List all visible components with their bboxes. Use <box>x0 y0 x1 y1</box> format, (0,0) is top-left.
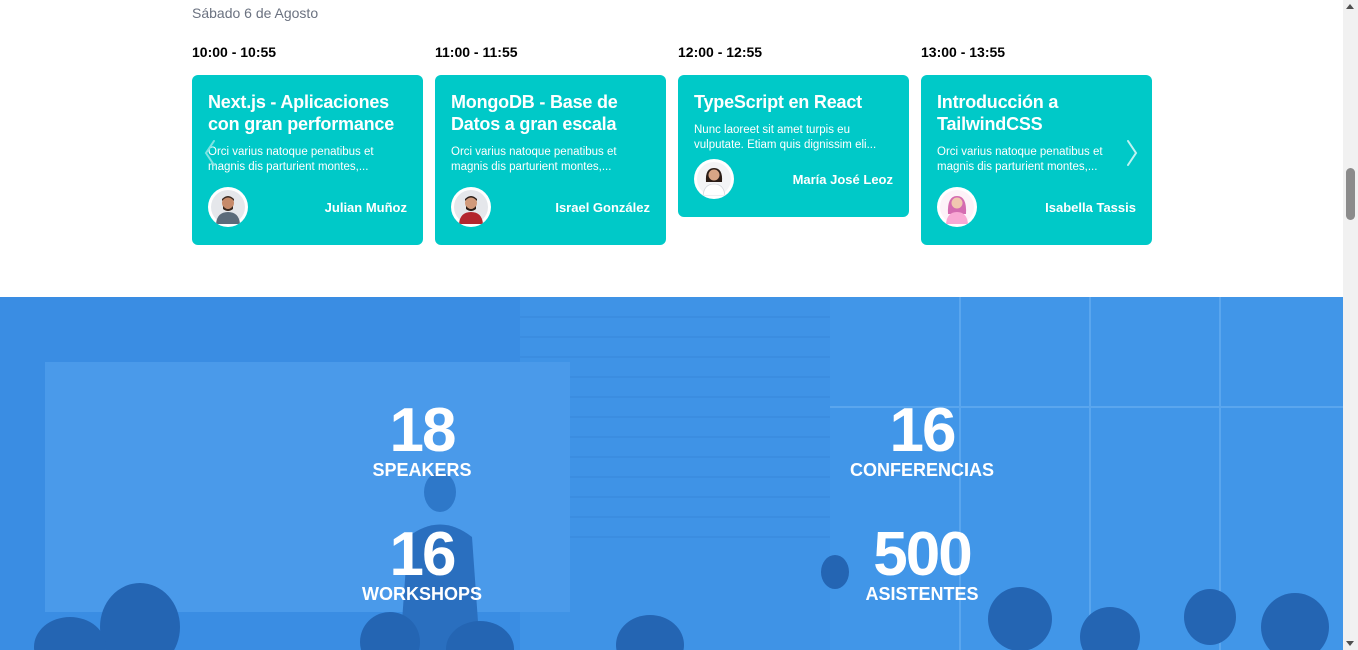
stat-label: WORKSHOPS <box>361 584 482 604</box>
woman-avatar-icon <box>697 162 731 196</box>
schedule-slot: 11:00 - 11:55 MongoDB - Base de Datos a … <box>435 43 666 245</box>
schedule-carousel: 10:00 - 10:55 Next.js - Aplicaciones con… <box>192 43 1152 253</box>
speaker-avatar <box>694 159 734 199</box>
woman-avatar-icon <box>940 190 974 224</box>
man-avatar-icon <box>454 190 488 224</box>
stat-label: ASISTENTES <box>865 584 979 604</box>
talk-title: TypeScript en React <box>694 92 862 112</box>
speaker-name: Israel González <box>555 199 650 215</box>
slot-time: 11:00 - 11:55 <box>435 44 518 60</box>
stat-conferences: 16 CONFERENCIAS <box>792 396 1052 481</box>
stat-number: 500 <box>873 520 972 589</box>
talk-card[interactable]: MongoDB - Base de Datos a gran escala Or… <box>435 75 666 245</box>
carousel-prev-button[interactable] <box>200 133 220 173</box>
speaker-name: Isabella Tassis <box>1045 199 1136 215</box>
stat-number: 16 <box>389 520 457 589</box>
conference-background-image <box>0 297 1343 650</box>
talk-card[interactable]: Next.js - Aplicaciones con gran performa… <box>192 75 423 245</box>
stat-speakers: 18 SPEAKERS <box>292 396 552 481</box>
stat-label: SPEAKERS <box>372 460 472 480</box>
talk-footer: Israel González <box>451 187 650 227</box>
page: Sábado 6 de Agosto 10:00 - 10:55 Next.js… <box>0 0 1343 650</box>
carousel-next-button[interactable] <box>1122 133 1142 173</box>
scroll-up-icon[interactable] <box>1346 4 1354 9</box>
schedule-slot: 10:00 - 10:55 Next.js - Aplicaciones con… <box>192 43 423 245</box>
stat-number: 18 <box>389 396 457 465</box>
speaker-name: Julian Muñoz <box>324 199 407 215</box>
schedule-slot: 13:00 - 13:55 Introducción a TailwindCSS… <box>921 43 1152 245</box>
speaker-avatar <box>208 187 248 227</box>
talk-title: MongoDB - Base de Datos a gran escala <box>451 92 618 134</box>
page-scrollbar[interactable] <box>1343 0 1358 650</box>
day-label: Sábado 6 de Agosto <box>192 5 319 21</box>
speaker-avatar <box>937 187 977 227</box>
talk-description: Orci varius natoque penatibus et magnis … <box>208 146 374 173</box>
scroll-down-icon[interactable] <box>1346 641 1354 646</box>
chevron-left-icon <box>204 140 215 166</box>
speaker-name: María José Leoz <box>792 171 893 187</box>
talk-description: Orci varius natoque penatibus et magnis … <box>451 146 617 173</box>
talk-title: Introducción a TailwindCSS <box>937 92 1059 134</box>
talk-description: Nunc laoreet sit amet turpis eu vulputat… <box>694 124 877 151</box>
stat-workshops: 16 WORKSHOPS <box>292 520 552 605</box>
chevron-right-icon <box>1127 140 1138 166</box>
talk-description: Orci varius natoque penatibus et magnis … <box>937 146 1103 173</box>
talk-footer: Julian Muñoz <box>208 187 407 227</box>
slot-time: 13:00 - 13:55 <box>921 44 1006 60</box>
talk-footer: Isabella Tassis <box>937 187 1136 227</box>
slot-time: 12:00 - 12:55 <box>678 44 763 60</box>
speaker-avatar <box>451 187 491 227</box>
talk-card[interactable]: TypeScript en React Nunc laoreet sit ame… <box>678 75 909 217</box>
stat-number: 16 <box>889 396 957 465</box>
schedule-section: Sábado 6 de Agosto 10:00 - 10:55 Next.js… <box>0 0 1343 297</box>
stats-section: 18 SPEAKERS 16 CONFERENCIAS 16 WORKSHOPS… <box>0 297 1343 650</box>
stat-attendees: 500 ASISTENTES <box>792 520 1052 605</box>
scrollbar-thumb[interactable] <box>1346 168 1355 220</box>
schedule-slot: 12:00 - 12:55 TypeScript en React Nunc l… <box>678 43 909 217</box>
talk-title: Next.js - Aplicaciones con gran performa… <box>208 92 395 134</box>
talk-footer: María José Leoz <box>694 159 893 199</box>
stat-label: CONFERENCIAS <box>849 460 994 480</box>
slot-time: 10:00 - 10:55 <box>192 44 277 60</box>
talk-card[interactable]: Introducción a TailwindCSS Orci varius n… <box>921 75 1152 245</box>
man-avatar-icon <box>211 190 245 224</box>
